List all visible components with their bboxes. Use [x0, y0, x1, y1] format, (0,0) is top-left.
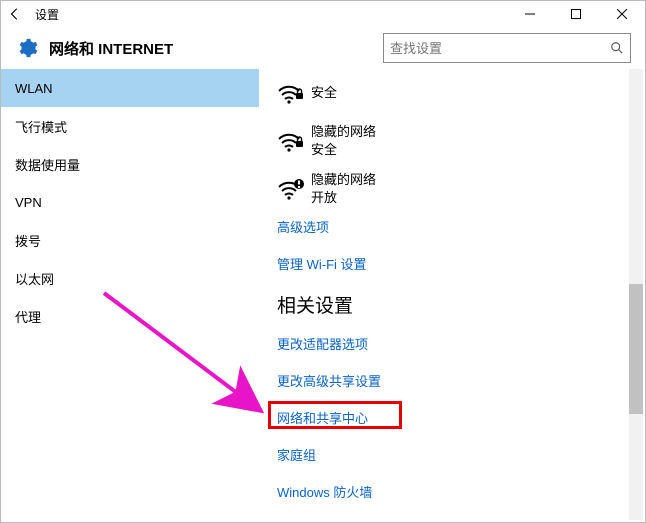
sidebar-item-airplane[interactable]: 飞行模式: [1, 107, 259, 145]
close-button[interactable]: [599, 1, 645, 27]
sidebar: WLAN 飞行模式 数据使用量 VPN 拨号 以太网 代理: [1, 69, 259, 522]
wifi-secure-icon: [277, 129, 311, 153]
scrollbar-thumb[interactable]: [629, 284, 643, 414]
link-advanced-sharing[interactable]: 更改高级共享设置: [277, 371, 645, 390]
window-title: 设置: [29, 6, 59, 23]
sidebar-item-dialup[interactable]: 拨号: [1, 221, 259, 259]
network-item[interactable]: 隐藏的网络 安全: [277, 121, 645, 161]
sidebar-item-label: 数据使用量: [15, 155, 80, 174]
network-item[interactable]: 隐藏的网络 开放: [277, 169, 645, 209]
search-icon: [610, 41, 624, 55]
sidebar-item-label: 飞行模式: [15, 117, 67, 136]
link-adapter-options[interactable]: 更改适配器选项: [277, 334, 645, 353]
window-controls: [507, 1, 645, 27]
sidebar-item-ethernet[interactable]: 以太网: [1, 259, 259, 297]
sidebar-item-label: 代理: [15, 307, 41, 326]
annotation-highlight-box: [268, 401, 402, 429]
header: 网络和 INTERNET: [1, 27, 645, 69]
titlebar: 设置: [1, 1, 645, 27]
content: 安全 隐藏的网络 安全 隐藏的网络 开放: [259, 69, 645, 522]
search-input[interactable]: [390, 41, 610, 56]
settings-window: 设置 网络和 INTERNET WLAN 飞行模式 数据使用量 VPN 拨号 以…: [0, 0, 646, 523]
sidebar-item-label: WLAN: [15, 81, 53, 96]
network-label: 安全: [311, 84, 337, 102]
maximize-button[interactable]: [553, 1, 599, 27]
link-homegroup[interactable]: 家庭组: [277, 445, 645, 464]
network-item[interactable]: 安全: [277, 73, 645, 113]
body: WLAN 飞行模式 数据使用量 VPN 拨号 以太网 代理 安全: [1, 69, 645, 522]
sidebar-item-data-usage[interactable]: 数据使用量: [1, 145, 259, 183]
sidebar-item-vpn[interactable]: VPN: [1, 183, 259, 221]
link-advanced-options[interactable]: 高级选项: [277, 217, 645, 236]
search-box[interactable]: [383, 33, 631, 63]
back-button[interactable]: [1, 1, 29, 27]
gear-icon: [15, 36, 39, 60]
link-windows-firewall[interactable]: Windows 防火墙: [277, 482, 645, 501]
sidebar-item-label: VPN: [15, 195, 42, 210]
wifi-open-warning-icon: [277, 177, 311, 201]
sidebar-item-label: 以太网: [15, 269, 54, 288]
network-label: 隐藏的网络 安全: [311, 123, 376, 159]
minimize-button[interactable]: [507, 1, 553, 27]
sidebar-item-proxy[interactable]: 代理: [1, 297, 259, 335]
sidebar-item-label: 拨号: [15, 231, 41, 250]
wifi-secure-icon: [277, 81, 311, 105]
page-title: 网络和 INTERNET: [49, 38, 173, 59]
network-label: 隐藏的网络 开放: [311, 171, 376, 207]
sidebar-item-wlan[interactable]: WLAN: [1, 69, 259, 107]
section-title-related: 相关设置: [277, 291, 645, 318]
link-manage-wifi[interactable]: 管理 Wi-Fi 设置: [277, 254, 645, 273]
